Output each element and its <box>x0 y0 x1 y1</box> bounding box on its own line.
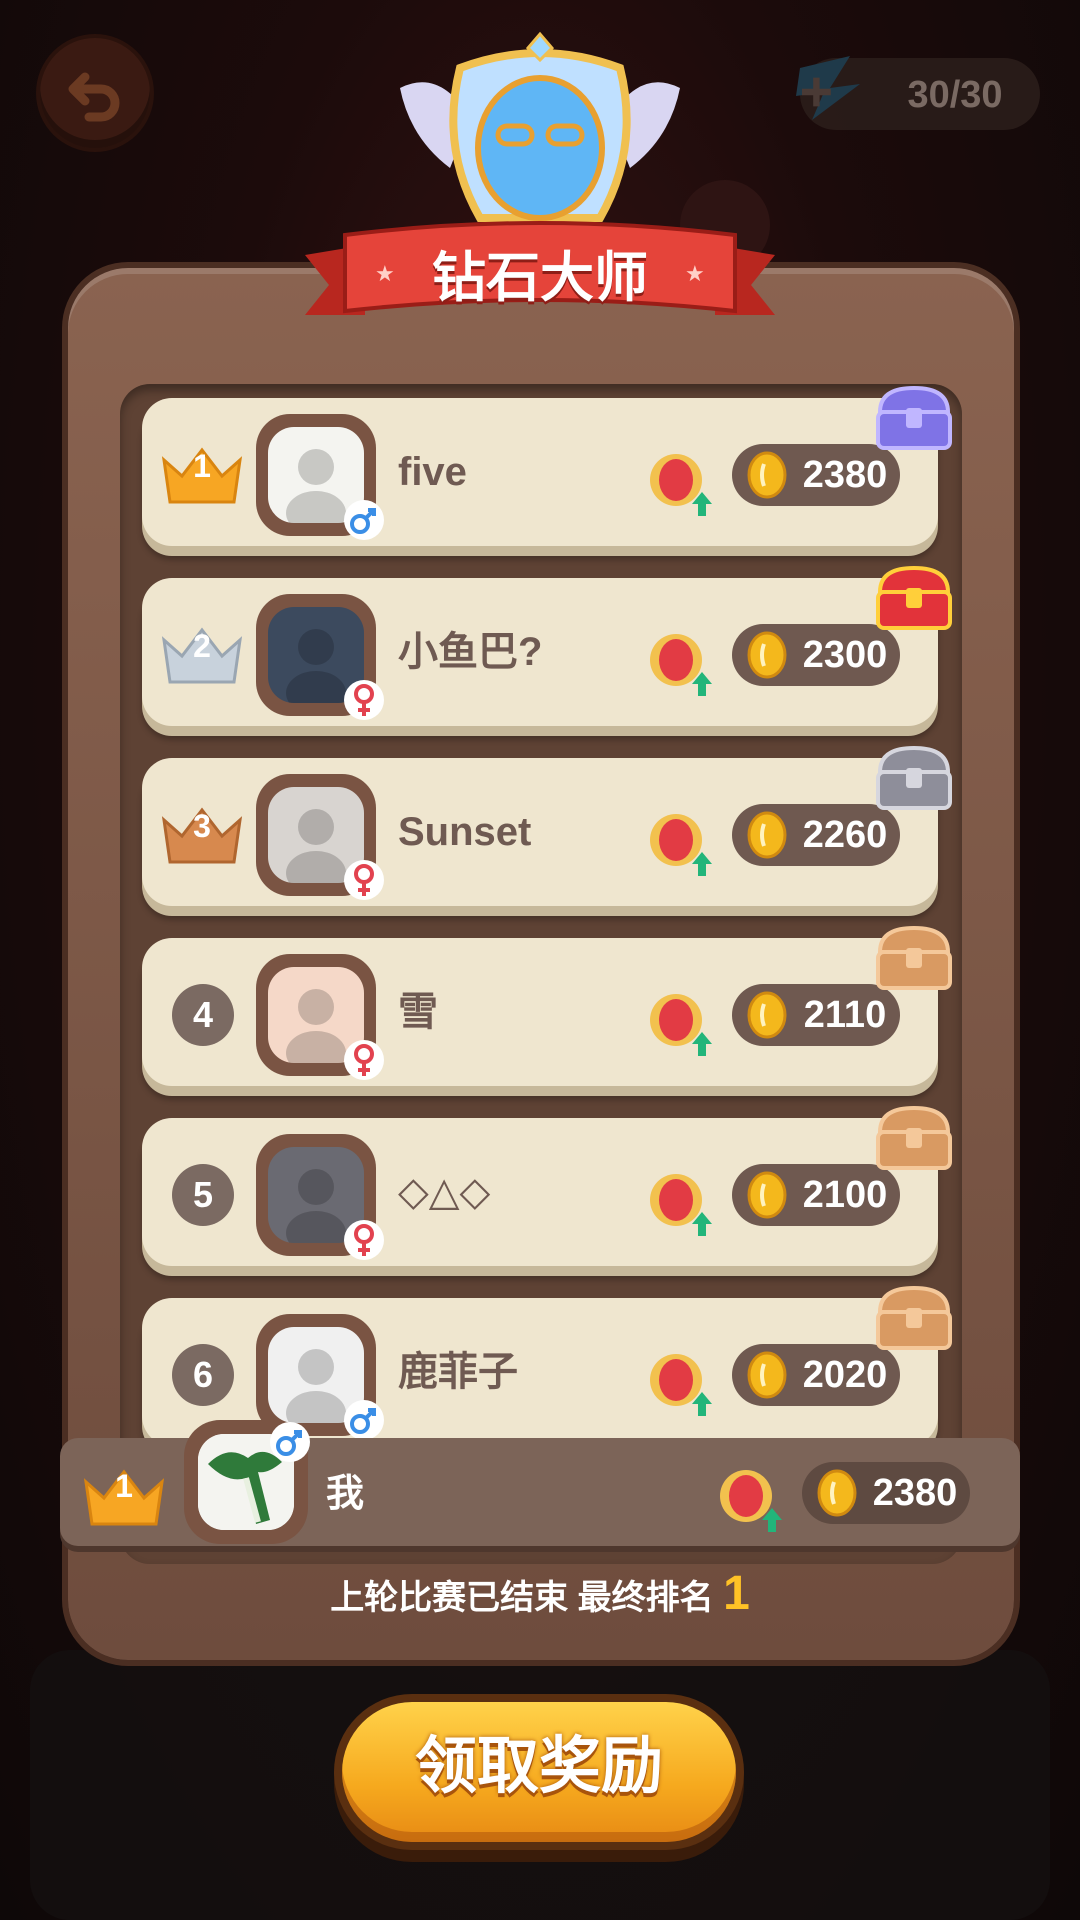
leaderboard-row[interactable]: 5 ◇△◇ 2100 <box>142 1105 952 1266</box>
league-title: 钻石大师 <box>432 248 648 308</box>
result-text: 上轮比赛已结束 最终排名 <box>330 1579 714 1617</box>
coin-icon <box>747 1171 787 1219</box>
coin-icon <box>817 1469 857 1517</box>
medal-up-icon <box>650 454 712 516</box>
wood-chest-icon[interactable] <box>872 1102 956 1174</box>
leaderboard-row[interactable]: 2 小鱼巴? 2300 <box>142 565 952 726</box>
medal-up-icon <box>650 1354 712 1416</box>
female-icon <box>344 1220 384 1260</box>
purple-chest-icon[interactable] <box>872 382 956 454</box>
rank-number: 3 <box>193 808 211 844</box>
male-icon <box>270 1422 310 1462</box>
medal-up-icon <box>650 1174 712 1236</box>
claim-reward-label: 领取奖励 <box>414 1732 663 1801</box>
rank-number: 4 <box>172 984 234 1046</box>
coin-icon <box>747 1351 787 1399</box>
silver-chest-icon[interactable] <box>872 742 956 814</box>
rank-number: 5 <box>172 1164 234 1226</box>
coin-icon <box>747 451 787 499</box>
result-line: 上轮比赛已结束 最终排名 1 <box>200 1564 880 1624</box>
male-icon <box>344 1400 384 1440</box>
female-icon <box>344 860 384 900</box>
back-button[interactable] <box>40 38 150 148</box>
coin-icon <box>747 811 787 859</box>
my-rank-number: 1 <box>115 1468 133 1504</box>
medal-up-icon <box>650 994 712 1056</box>
leaderboard-row[interactable]: 1 five 2380 <box>142 385 952 546</box>
coin-icon <box>747 631 787 679</box>
result-rank: 1 <box>723 1567 750 1620</box>
female-icon <box>344 1040 384 1080</box>
energy-plus-icon[interactable] <box>790 48 870 128</box>
rank-number: 2 <box>193 628 211 664</box>
rank-number: 6 <box>172 1344 234 1406</box>
male-icon <box>344 500 384 540</box>
wood-chest-icon[interactable] <box>872 1282 956 1354</box>
wood-chest-icon[interactable] <box>872 922 956 994</box>
leaderboard-row[interactable]: 4 雪 2110 <box>142 925 952 1086</box>
coin-icon <box>747 991 787 1039</box>
my-rank-row: 1 我 2380 <box>60 1420 1020 1546</box>
rank-number: 1 <box>193 448 211 484</box>
female-icon <box>344 680 384 720</box>
red-chest-icon[interactable] <box>872 562 956 634</box>
my-name: 我 <box>326 1473 365 1515</box>
medal-up-icon <box>650 814 712 876</box>
energy-count: 30/30 <box>907 74 1003 116</box>
my-score: 2380 <box>872 1472 958 1514</box>
back-arrow-icon <box>68 72 120 122</box>
leaderboard-row[interactable]: 3 Sunset 2260 <box>142 745 952 906</box>
medal-up-icon <box>720 1470 782 1532</box>
medal-up-icon <box>650 634 712 696</box>
